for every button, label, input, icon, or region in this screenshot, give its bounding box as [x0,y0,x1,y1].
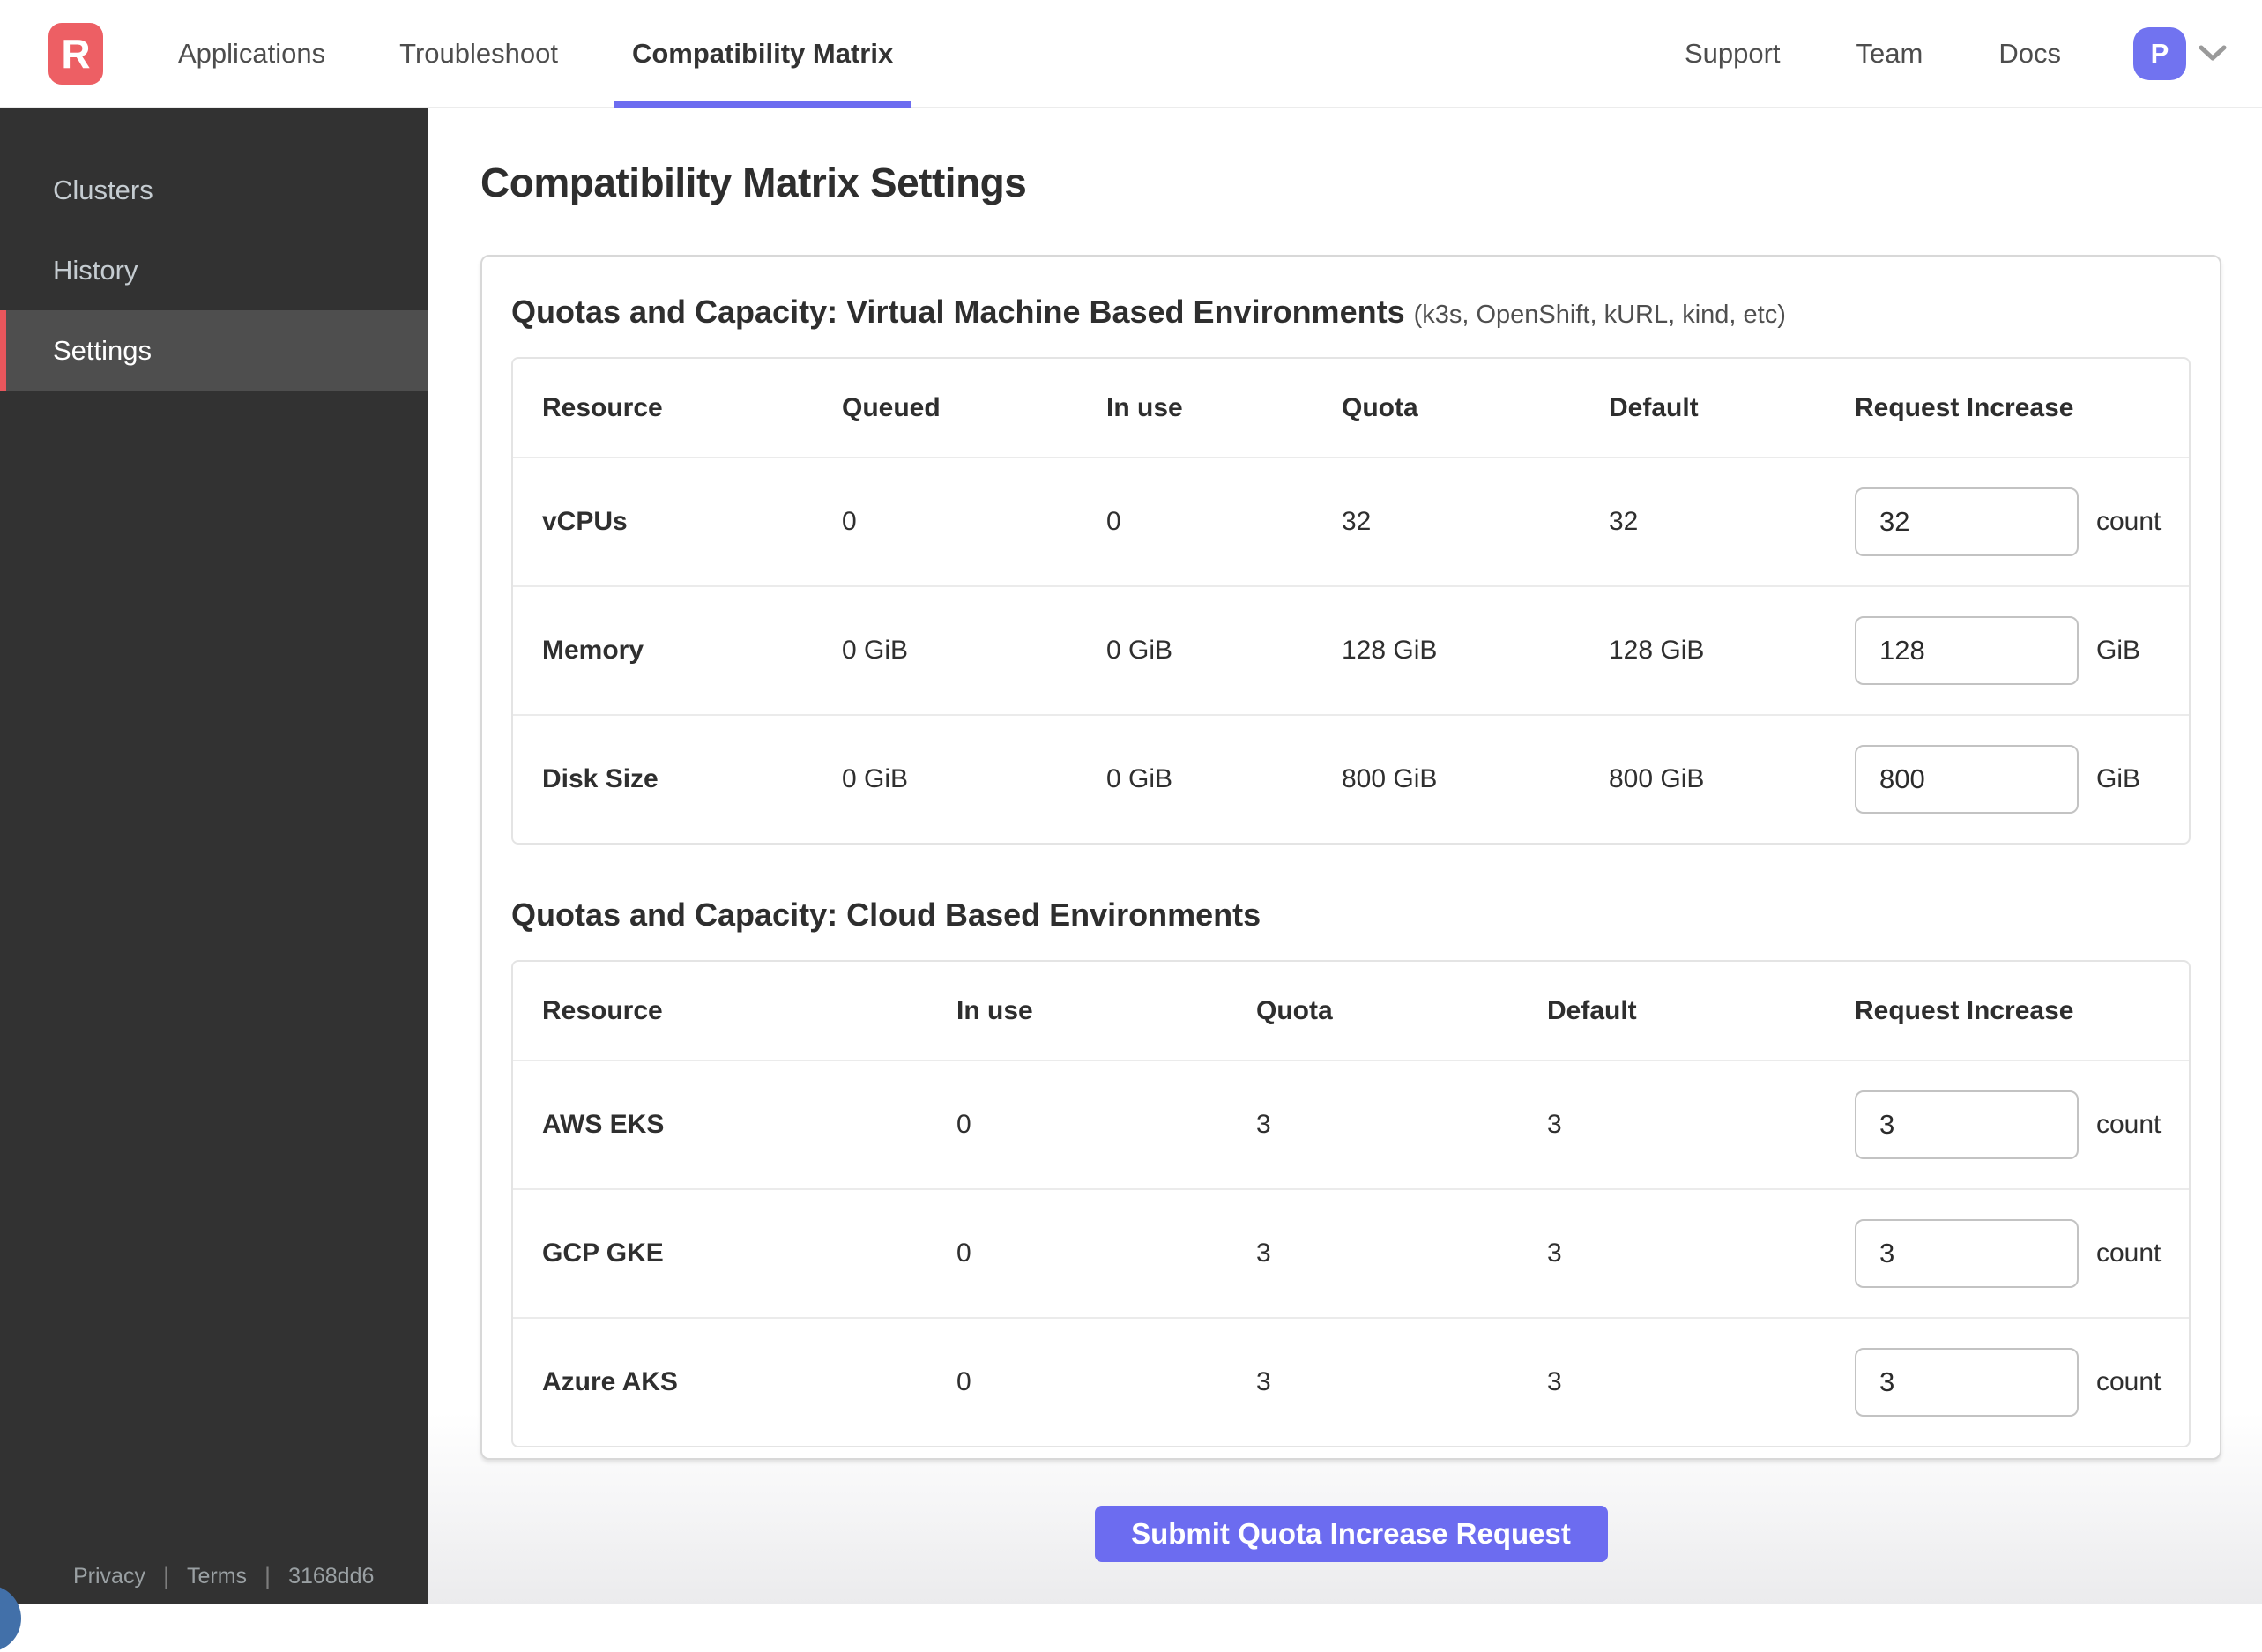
cell-quota: 3 [1256,1239,1271,1268]
section-title-cloud: Quotas and Capacity: Cloud Based Environ… [511,897,2191,934]
cell-resource: Memory [542,636,644,665]
app-logo[interactable]: R [48,22,103,85]
cell-resource: Disk Size [542,764,659,793]
section-title-vm-text: Quotas and Capacity: Virtual Machine Bas… [511,294,1405,330]
avatar[interactable]: P [2133,26,2186,80]
aws-eks-request-input[interactable] [1855,1090,2079,1159]
cell-request-increase: count [1855,1219,2161,1288]
table-row-aws-eks: AWS EKS 0 3 3 count [513,1060,2189,1188]
footer-separator: | [162,1563,169,1589]
cell-request-increase: GiB [1855,616,2160,685]
table-row-vcpus: vCPUs 0 0 32 32 count [513,457,2189,585]
nav-link-docs[interactable]: Docs [1998,38,2061,70]
settings-card: Quotas and Capacity: Virtual Machine Bas… [480,255,2221,1460]
col-header-in-use: In use [956,995,1033,1025]
sidebar-item-clusters[interactable]: Clusters [0,150,428,230]
cell-request-increase: count [1855,1090,2161,1159]
cell-in-use: 0 [956,1367,971,1396]
privacy-link[interactable]: Privacy [73,1564,145,1589]
cell-default: 3 [1547,1239,1562,1268]
col-header-resource: Resource [542,995,663,1025]
navbar-right: Support Team Docs P [1609,26,2227,80]
cell-default: 3 [1547,1110,1562,1139]
top-navbar: R Applications Troubleshoot Compatibilit… [0,0,2262,108]
footer-separator: | [264,1563,272,1589]
cell-request-increase: GiB [1855,745,2160,814]
table-row-disk-size: Disk Size 0 GiB 0 GiB 800 GiB 800 GiB Gi… [513,714,2189,843]
sidebar-item-settings[interactable]: Settings [0,310,428,391]
col-header-quota: Quota [1256,995,1333,1025]
submit-quota-increase-button[interactable]: Submit Quota Increase Request [1094,1506,1608,1562]
section-title-vm: Quotas and Capacity: Virtual Machine Bas… [511,294,2191,331]
col-header-in-use: In use [1106,392,1183,422]
cell-queued: 0 GiB [842,636,909,665]
cell-in-use: 0 [956,1110,971,1139]
tab-applications[interactable]: Applications [160,0,344,108]
table-row-gcp-gke: GCP GKE 0 3 3 count [513,1188,2189,1317]
section-subtitle-vm: (k3s, OpenShift, kURL, kind, etc) [1413,301,1786,329]
col-header-request-increase: Request Increase [1855,392,2074,422]
gcp-gke-request-input[interactable] [1855,1219,2079,1288]
sidebar-footer: Privacy | Terms | 3168dd6 [0,1563,428,1590]
cell-default: 128 GiB [1609,636,1705,665]
sidebar-nav: Clusters History Settings [0,108,428,391]
vm-quota-table: Resource Queued In use Quota Default Req… [511,357,2191,845]
unit-label: count [2096,1239,2162,1268]
table-row-azure-aks: Azure AKS 0 3 3 count [513,1317,2189,1446]
sidebar-item-history[interactable]: History [0,230,428,310]
user-menu[interactable]: P [2133,26,2227,80]
chevron-down-icon[interactable] [2199,45,2227,63]
cell-resource: Azure AKS [542,1367,678,1396]
primary-tabs: Applications Troubleshoot Compatibility … [160,0,949,108]
nav-link-support[interactable]: Support [1685,38,1781,70]
nav-link-team[interactable]: Team [1856,38,1923,70]
cell-resource: GCP GKE [542,1239,664,1268]
cell-queued: 0 [842,507,857,536]
cell-quota: 3 [1256,1367,1271,1396]
cell-in-use: 0 [1106,507,1121,536]
col-header-request-increase: Request Increase [1855,995,2074,1025]
unit-label: count [2096,1367,2162,1396]
col-header-default: Default [1547,995,1637,1025]
cell-in-use: 0 GiB [1106,764,1173,793]
col-header-queued: Queued [842,392,941,422]
cell-resource: vCPUs [542,507,628,536]
vm-table-header: Resource Queued In use Quota Default Req… [513,359,2189,457]
page-title: Compatibility Matrix Settings [480,160,1027,205]
memory-request-input[interactable] [1855,616,2079,685]
build-hash: 3168dd6 [288,1564,375,1589]
tab-troubleshoot[interactable]: Troubleshoot [381,0,577,108]
vcpus-request-input[interactable] [1855,487,2079,556]
col-header-default: Default [1609,392,1699,422]
cell-resource: AWS EKS [542,1110,665,1139]
cell-queued: 0 GiB [842,764,909,793]
unit-label: count [2096,507,2162,536]
azure-aks-request-input[interactable] [1855,1348,2079,1417]
unit-label: GiB [2096,636,2141,665]
cell-request-increase: count [1855,1348,2161,1417]
unit-label: count [2096,1110,2162,1139]
section-title-cloud-text: Quotas and Capacity: Cloud Based Environ… [511,897,1261,933]
cell-default: 32 [1609,507,1639,536]
cell-quota: 128 GiB [1342,636,1438,665]
cell-request-increase: count [1855,487,2161,556]
disk-size-request-input[interactable] [1855,745,2079,814]
cell-default: 800 GiB [1609,764,1705,793]
cell-quota: 3 [1256,1110,1271,1139]
col-header-resource: Resource [542,392,663,422]
cloud-quota-table: Resource In use Quota Default Request In… [511,960,2191,1447]
cell-in-use: 0 GiB [1106,636,1173,665]
table-row-memory: Memory 0 GiB 0 GiB 128 GiB 128 GiB GiB [513,585,2189,714]
cell-quota: 800 GiB [1342,764,1438,793]
sidebar: Clusters History Settings Privacy | Term… [0,108,428,1604]
cloud-table-header: Resource In use Quota Default Request In… [513,962,2189,1060]
col-header-quota: Quota [1342,392,1418,422]
tab-compatibility-matrix[interactable]: Compatibility Matrix [613,0,912,108]
cell-in-use: 0 [956,1239,971,1268]
cell-quota: 32 [1342,507,1372,536]
terms-link[interactable]: Terms [187,1564,247,1589]
unit-label: GiB [2096,764,2141,793]
cell-default: 3 [1547,1367,1562,1396]
main-content: Compatibility Matrix Settings Quotas and… [428,108,2262,1604]
